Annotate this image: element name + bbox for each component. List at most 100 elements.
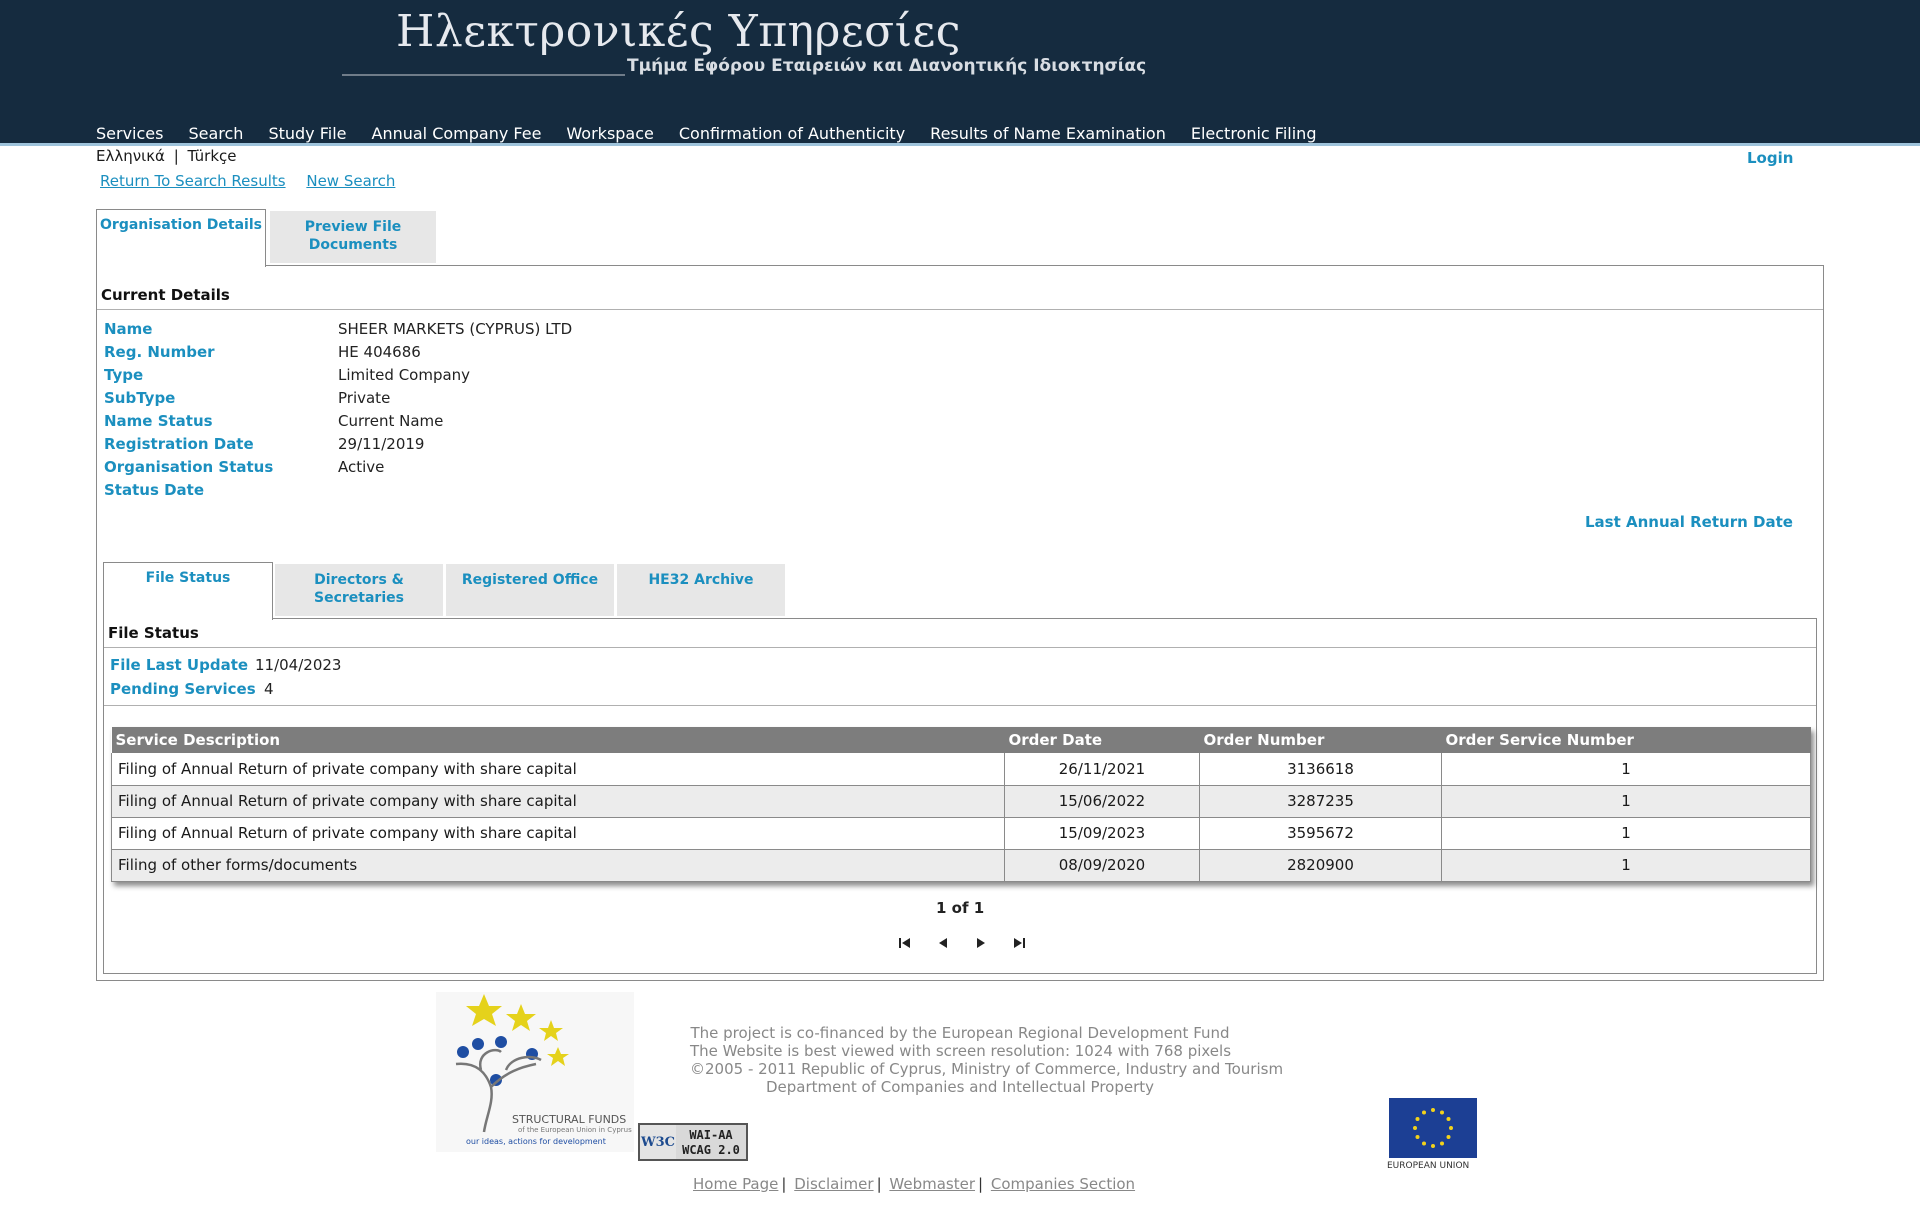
lang-greek[interactable]: Ελληνικά [96,147,165,165]
tab-directors-label: Directors & Secretaries [314,572,404,606]
value-type: Limited Company [338,366,471,384]
cell-description: Filing of other forms/documents [111,849,1005,882]
current-details-heading: Current Details [101,286,230,304]
tab-preview-file-documents[interactable]: Preview File Documents [270,211,436,263]
table-row: Filing of Annual Return of private compa… [111,817,1811,850]
label-subtype: SubType [104,389,176,407]
last-page-icon[interactable] [1010,934,1028,952]
tab-preview-label-2: Documents [308,237,398,253]
file-last-update-label: File Last Update [110,656,249,674]
cell-order-number: 3287235 [1199,785,1442,818]
nav-study-file[interactable]: Study File [268,124,346,143]
login-link[interactable]: Login [1747,149,1793,167]
cell-description: Filing of Annual Return of private compa… [111,817,1005,850]
file-status-header: File Status [104,620,1816,648]
pager [896,934,1028,952]
tab-organisation-details[interactable]: Organisation Details [96,209,266,267]
site-subtitle: Τμήμα Εφόρου Εταιρειών και Διανοητικής Ι… [627,56,1147,76]
file-last-update-value: 11/04/2023 [255,656,342,674]
footer-line: Department of Companies and Intellectual… [765,1078,1155,1096]
table-row: Filing of Annual Return of private compa… [111,785,1811,818]
header-bottom-border [0,143,1920,146]
tab-he32-label: HE32 Archive [648,572,754,588]
sf-subtitle: of the European Union in Cyprus [518,1126,632,1134]
tab-he32-archive[interactable]: HE32 Archive [617,564,785,616]
cell-description: Filing of Annual Return of private compa… [111,753,1005,786]
cell-order-number: 3595672 [1199,817,1442,850]
prev-page-icon[interactable] [934,934,952,952]
pager-status: 1 of 1 [936,899,985,917]
cell-order-date: 15/06/2022 [1004,785,1200,818]
main-nav: Services Search Study File Annual Compan… [96,124,1341,143]
tab-file-status[interactable]: File Status [103,562,273,620]
tab-directors-secretaries[interactable]: Directors & Secretaries [275,564,443,616]
eu-label: EUROPEAN UNION [1387,1161,1470,1171]
tab-registered-office[interactable]: Registered Office [446,564,614,616]
sf-title: STRUCTURAL FUNDS [512,1113,627,1126]
cell-order-date: 15/09/2023 [1004,817,1200,850]
label-type: Type [104,366,144,384]
eu-flag-logo [1389,1098,1477,1158]
value-name-status: Current Name [338,412,444,430]
footer-line: The Website is best viewed with screen r… [690,1042,1232,1060]
nav-workspace[interactable]: Workspace [566,124,653,143]
footer-line: ©2005 - 2011 Republic of Cyprus, Ministr… [690,1060,1284,1078]
nav-services[interactable]: Services [96,124,163,143]
cell-order-service-number: 1 [1441,817,1811,850]
wcag-label: WAI-AA WCAG 2.0 [676,1125,746,1159]
cell-order-number: 3136618 [1199,753,1442,786]
site-title: Ηλεκτρονικές Υπηρεσίες [396,6,961,57]
table-row: Filing of Annual Return of private compa… [111,753,1811,786]
nav-results-name-examination[interactable]: Results of Name Examination [930,124,1166,143]
table-row: Filing of other forms/documents 08/09/20… [111,849,1811,882]
file-status-heading: File Status [108,624,199,642]
value-name: SHEER MARKETS (CYPRUS) LTD [338,320,573,338]
pending-services-table: Service Description Order Date Order Num… [111,727,1811,882]
divider [104,705,1816,706]
cell-order-date: 26/11/2021 [1004,753,1200,786]
footer-home-page-link[interactable]: Home Page [693,1175,778,1193]
current-details-header: Current Details [97,277,1823,310]
nav-search[interactable]: Search [188,124,243,143]
col-order-number[interactable]: Order Number [1199,727,1442,753]
search-links: Return To Search Results New Search [100,172,411,190]
nav-confirmation-authenticity[interactable]: Confirmation of Authenticity [679,124,905,143]
footer-companies-section-link[interactable]: Companies Section [991,1175,1135,1193]
cell-order-service-number: 1 [1441,753,1811,786]
tab-registered-office-label: Registered Office [461,572,599,588]
first-page-icon[interactable] [896,934,914,952]
col-order-service-number[interactable]: Order Service Number [1441,727,1811,753]
value-subtype: Private [338,389,391,407]
next-page-icon[interactable] [972,934,990,952]
label-name: Name [104,320,153,338]
lang-turkish[interactable]: Türkçe [188,147,237,165]
col-service-description[interactable]: Service Description [111,727,1005,753]
value-reg-number: HE 404686 [338,343,421,361]
label-organisation-status: Organisation Status [104,458,274,476]
lang-separator: | [173,147,179,165]
wcag-version: WCAG 2.0 [682,1143,740,1157]
label-registration-date: Registration Date [104,435,254,453]
value-registration-date: 29/11/2019 [338,435,425,453]
new-search-link[interactable]: New Search [306,172,395,190]
label-status-date: Status Date [104,481,205,499]
w3c-logo: W3C [641,1134,675,1150]
footer-disclaimer-link[interactable]: Disclaimer [794,1175,873,1193]
w3c-wcag-badge[interactable]: W3C WAI-AA WCAG 2.0 [638,1123,748,1161]
cell-order-service-number: 1 [1441,785,1811,818]
sf-tagline: our ideas, actions for development [466,1137,606,1146]
tab-file-status-label: File Status [145,570,231,586]
cell-description: Filing of Annual Return of private compa… [111,785,1005,818]
label-name-status: Name Status [104,412,213,430]
footer-line: The project is co-financed by the Europe… [690,1024,1230,1042]
return-to-search-results-link[interactable]: Return To Search Results [100,172,286,190]
pending-services-value: 4 [264,680,274,698]
last-annual-return-date-label: Last Annual Return Date [1585,513,1793,531]
cell-order-service-number: 1 [1441,849,1811,882]
nav-electronic-filing[interactable]: Electronic Filing [1191,124,1317,143]
cell-order-date: 08/09/2020 [1004,849,1200,882]
col-order-date[interactable]: Order Date [1004,727,1200,753]
footer-webmaster-link[interactable]: Webmaster [889,1175,975,1193]
tab-organisation-details-label: Organisation Details [100,217,262,233]
nav-annual-company-fee[interactable]: Annual Company Fee [372,124,542,143]
